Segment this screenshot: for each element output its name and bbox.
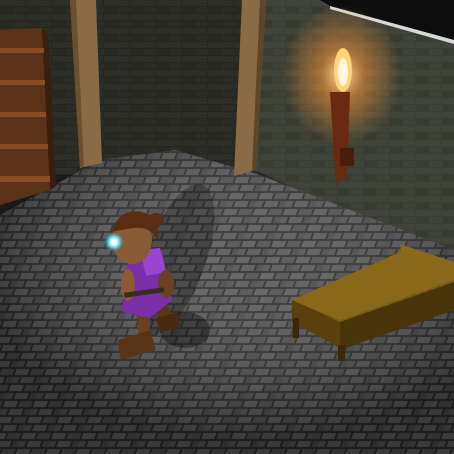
bookshelf[interactable] (0, 28, 56, 205)
dungeon-room-scene (0, 0, 454, 454)
game-viewport[interactable] (0, 0, 454, 454)
